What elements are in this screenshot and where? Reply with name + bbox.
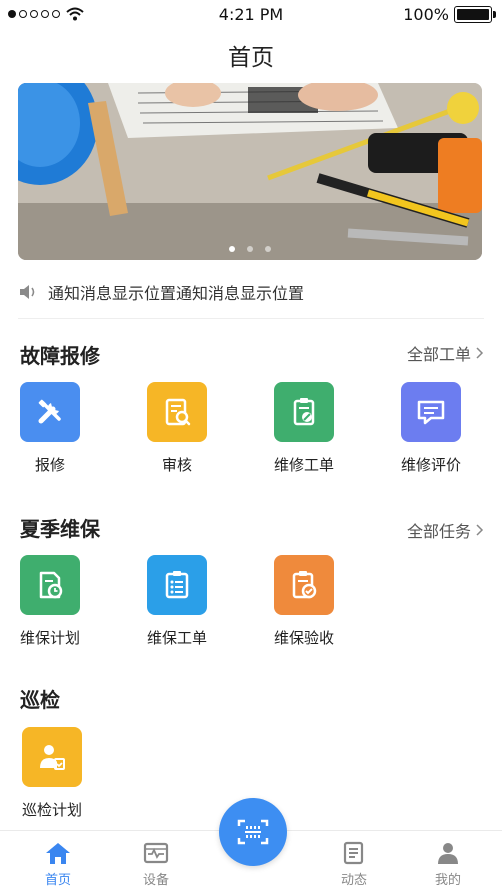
status-bar: 4:21 PM 100% — [0, 0, 502, 28]
audit-button[interactable]: 审核 — [127, 382, 227, 475]
maintenance-plan-label: 维保计划 — [19, 629, 80, 647]
battery-fill — [457, 8, 489, 20]
maintenance-acceptance-label: 维保验收 — [273, 629, 334, 647]
chevron-right-icon — [476, 347, 484, 359]
repair-order-label: 维修工单 — [273, 456, 334, 474]
tab-profile-label: 我的 — [434, 873, 461, 888]
tab-device[interactable]: 设备 — [116, 841, 196, 888]
banner-image — [18, 83, 482, 260]
carousel-dot[interactable] — [247, 246, 253, 252]
tab-profile[interactable]: 我的 — [408, 841, 488, 888]
status-right: 100% — [403, 4, 496, 24]
chevron-right-icon — [476, 524, 484, 536]
profile-icon — [438, 843, 458, 864]
news-icon — [343, 841, 364, 865]
section-title-maintenance: 夏季维保 — [20, 517, 100, 541]
notice-text: 通知消息显示位置通知消息显示位置 — [48, 284, 305, 303]
status-left — [8, 7, 84, 21]
comment-icon — [401, 382, 461, 442]
page-title: 首页 — [228, 45, 274, 71]
carousel-indicator — [18, 246, 482, 252]
all-orders-label: 全部工单 — [406, 345, 471, 364]
all-orders-link[interactable]: 全部工单 — [407, 341, 484, 365]
maintenance-order-button[interactable]: 维保工单 — [127, 555, 227, 648]
tab-home-label: 首页 — [44, 873, 71, 888]
device-icon — [143, 842, 169, 864]
inspection-plan-label: 巡检计划 — [21, 801, 82, 819]
repair-review-label: 维修评价 — [400, 456, 461, 474]
repair-report-button[interactable]: 报修 — [0, 382, 100, 475]
speaker-icon — [20, 285, 35, 299]
battery-percent: 100% — [403, 4, 449, 24]
signal-strength-icon — [8, 10, 60, 18]
tab-device-label: 设备 — [142, 873, 169, 888]
plan-clock-icon — [20, 555, 80, 615]
repair-review-button[interactable]: 维修评价 — [381, 382, 481, 475]
clipboard-list-icon — [147, 555, 207, 615]
inspection-plan-button[interactable]: 巡检计划 — [2, 727, 102, 820]
maintenance-acceptance-button[interactable]: 维保验收 — [254, 555, 354, 648]
banner-carousel[interactable] — [18, 83, 482, 260]
tab-news-label: 动态 — [340, 873, 367, 888]
home-icon — [46, 843, 70, 864]
all-tasks-label: 全部任务 — [406, 522, 471, 541]
audit-search-icon — [147, 382, 207, 442]
clipboard-check-icon — [274, 555, 334, 615]
notice-bar[interactable]: 通知消息显示位置通知消息显示位置 — [18, 279, 482, 305]
section-title-inspection: 巡检 — [20, 688, 60, 712]
carousel-dot[interactable] — [229, 246, 235, 252]
tools-icon — [20, 382, 80, 442]
battery-icon — [454, 5, 496, 23]
scan-icon — [237, 819, 269, 845]
tab-news[interactable]: 动态 — [314, 841, 394, 888]
wifi-icon — [66, 7, 84, 21]
maintenance-plan-button[interactable]: 维保计划 — [0, 555, 100, 648]
repair-order-button[interactable]: 维修工单 — [254, 382, 354, 475]
repair-order-icon — [274, 382, 334, 442]
divider — [18, 318, 484, 319]
audit-label: 审核 — [161, 456, 192, 474]
inspector-icon — [22, 727, 82, 787]
maintenance-order-label: 维保工单 — [146, 629, 207, 647]
section-title-repair: 故障报修 — [20, 344, 100, 368]
scan-button[interactable] — [219, 798, 287, 866]
tab-home[interactable]: 首页 — [18, 841, 98, 888]
repair-report-label: 报修 — [34, 456, 65, 474]
carousel-dot[interactable] — [265, 246, 271, 252]
all-tasks-link[interactable]: 全部任务 — [407, 518, 484, 542]
